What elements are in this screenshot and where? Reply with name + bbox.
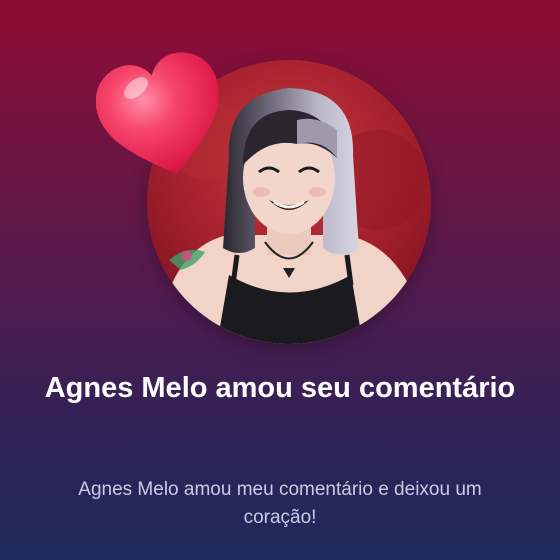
notification-title: Agnes Melo amou seu comentário — [44, 372, 516, 404]
notification-message: Agnes Melo amou meu comentário e deixou … — [78, 479, 482, 528]
love-notification-screen: Agnes Melo amou seu comentário Agnes Mel… — [0, 0, 560, 560]
heart-icon — [96, 52, 219, 175]
